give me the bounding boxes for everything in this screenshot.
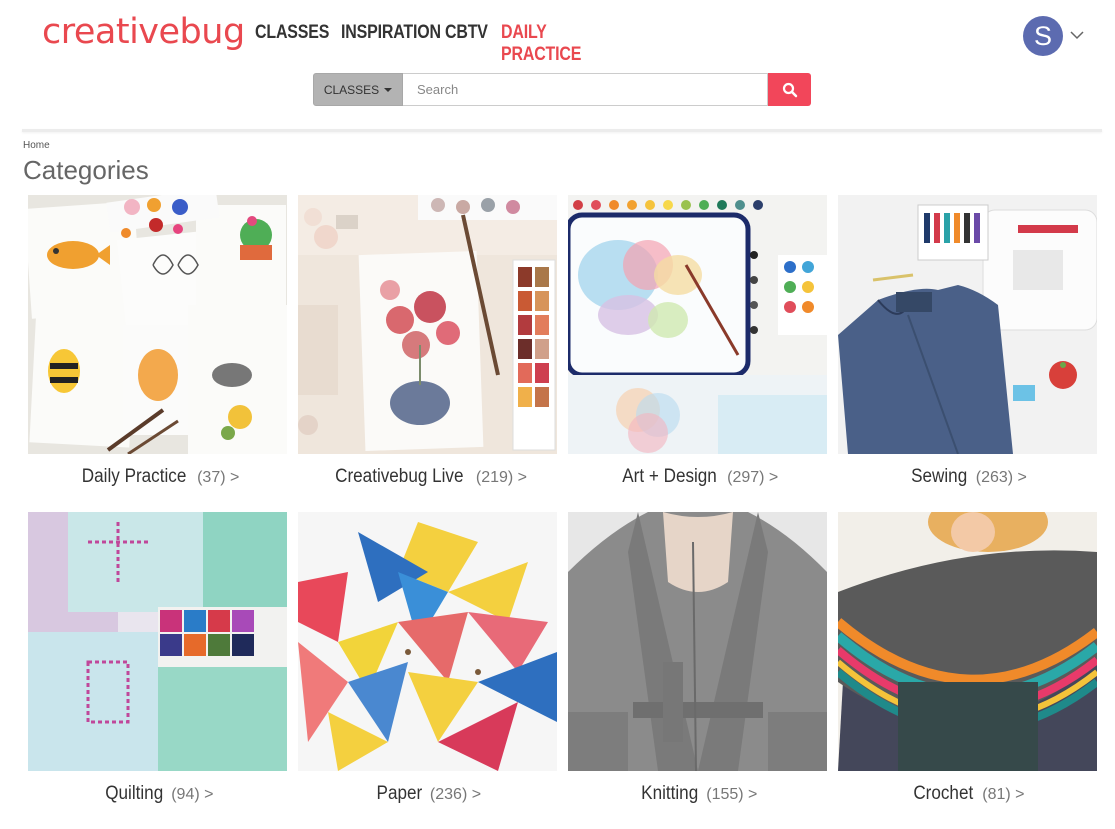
category-card-sewing[interactable]: Sewing (263) >	[838, 195, 1097, 512]
category-image-quilting[interactable]	[28, 512, 287, 771]
category-grid: Daily Practice (37) > Creativebug Live (…	[28, 195, 1099, 829]
header-divider	[22, 129, 1102, 132]
category-count: (297) >	[727, 469, 779, 486]
search-button[interactable]	[768, 73, 811, 106]
category-card-crochet[interactable]: Crochet (81) >	[838, 512, 1097, 829]
category-count: (263) >	[975, 469, 1027, 486]
category-name: Quilting	[104, 783, 163, 804]
search-category-label: CLASSES	[323, 82, 380, 97]
avatar[interactable]: S	[1023, 16, 1063, 56]
category-name: Knitting	[640, 783, 698, 804]
main-nav: CLASSES INSPIRATION CBTV DAILY PRACTICE	[255, 22, 621, 66]
category-image-paper[interactable]	[298, 512, 557, 771]
nav-inspiration[interactable]: INSPIRATION	[341, 22, 441, 66]
category-count: (37) >	[197, 469, 240, 486]
category-count: (81) >	[982, 786, 1025, 803]
category-label[interactable]: Sewing (263) >	[838, 466, 1097, 488]
category-label[interactable]: Paper (236) >	[298, 783, 557, 805]
category-image-sewing[interactable]	[838, 195, 1097, 454]
category-card-paper[interactable]: Paper (236) >	[298, 512, 557, 829]
category-name: Art + Design	[622, 466, 717, 487]
search-input[interactable]	[403, 73, 768, 106]
category-image-crochet[interactable]	[838, 512, 1097, 771]
category-count: (236) >	[429, 786, 482, 803]
category-name: Daily Practice	[81, 466, 187, 487]
category-label[interactable]: Quilting (94) >	[28, 783, 287, 805]
caret-down-icon	[384, 87, 393, 92]
category-label[interactable]: Creativebug Live (219) >	[298, 466, 557, 488]
page-title: Categories	[23, 155, 149, 185]
category-name: Crochet	[913, 783, 974, 804]
category-image-creativebug-live[interactable]	[298, 195, 557, 454]
category-count: (219) >	[475, 469, 527, 486]
category-card-daily-practice[interactable]: Daily Practice (37) >	[28, 195, 287, 512]
search-category-dropdown[interactable]: CLASSES	[313, 73, 403, 106]
category-label[interactable]: Knitting (155) >	[568, 783, 827, 805]
category-count: (155) >	[706, 786, 758, 803]
category-card-quilting[interactable]: Quilting (94) >	[28, 512, 287, 829]
nav-classes[interactable]: CLASSES	[255, 22, 329, 66]
nav-cbtv[interactable]: CBTV	[445, 22, 488, 66]
chevron-down-icon[interactable]	[1070, 30, 1084, 40]
breadcrumb[interactable]: Home	[23, 140, 50, 151]
category-count: (94) >	[171, 786, 214, 803]
category-name: Creativebug Live	[335, 466, 464, 487]
category-label[interactable]: Crochet (81) >	[838, 783, 1097, 805]
category-card-knitting[interactable]: Knitting (155) >	[568, 512, 827, 829]
logo[interactable]: creativebug	[42, 10, 245, 54]
category-name: Paper	[376, 783, 423, 804]
category-card-creativebug-live[interactable]: Creativebug Live (219) >	[298, 195, 557, 512]
category-card-art-design[interactable]: Art + Design (297) >	[568, 195, 827, 512]
search-bar: CLASSES	[313, 73, 811, 106]
category-image-daily-practice[interactable]	[28, 195, 287, 454]
category-label[interactable]: Daily Practice (37) >	[28, 466, 287, 488]
category-label[interactable]: Art + Design (297) >	[568, 466, 827, 488]
search-icon	[782, 82, 797, 97]
nav-daily-practice[interactable]: DAILY PRACTICE	[501, 22, 602, 66]
category-image-knitting[interactable]	[568, 512, 827, 771]
category-name: Sewing	[911, 466, 968, 487]
category-image-art-design[interactable]	[568, 195, 827, 454]
